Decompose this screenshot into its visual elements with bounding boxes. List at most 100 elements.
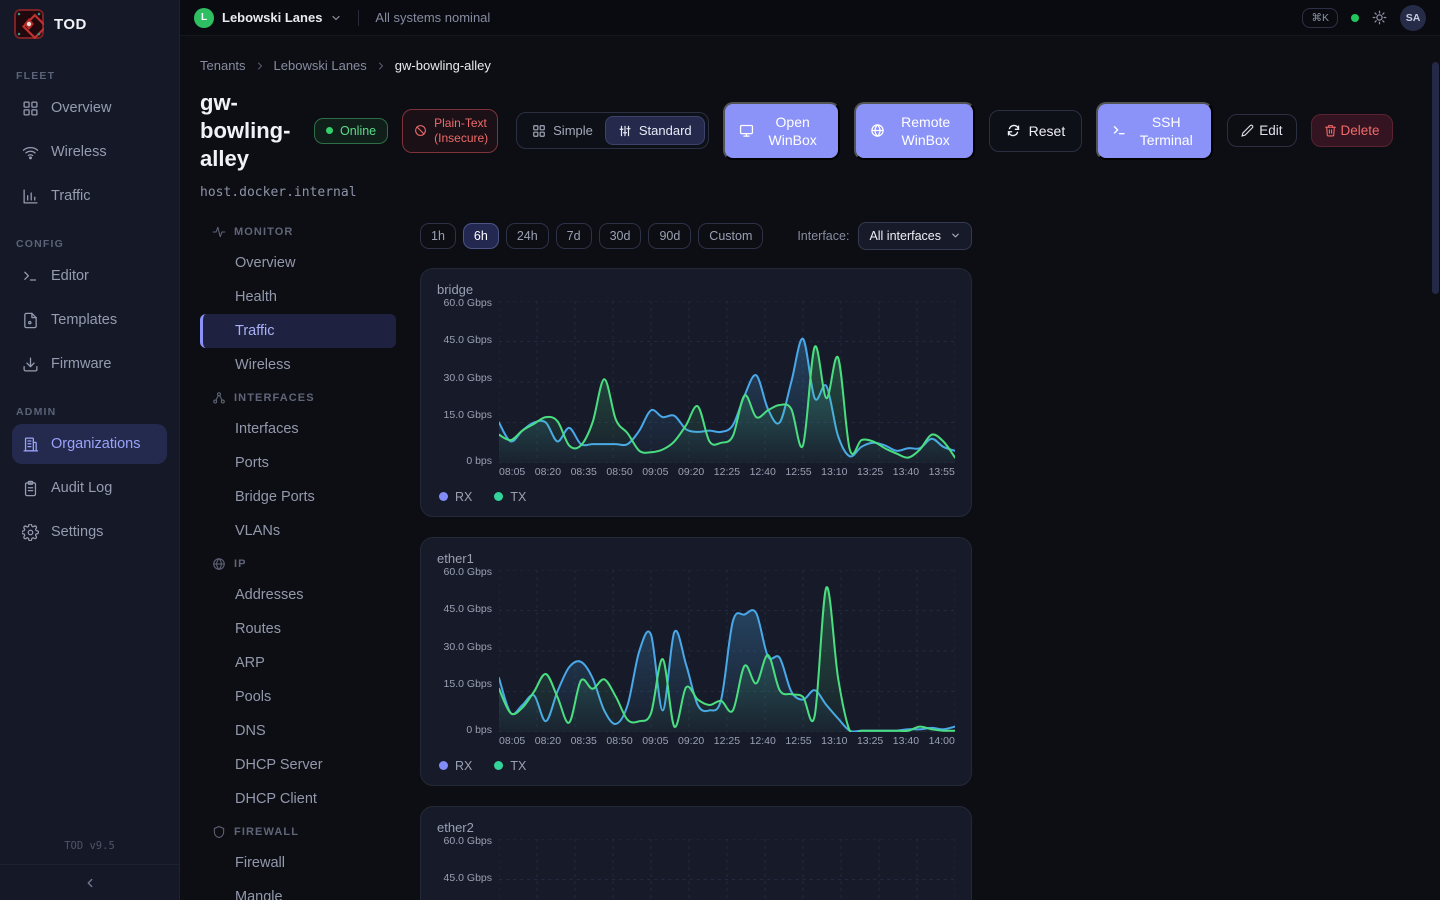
- sidebar-item-settings[interactable]: Settings: [12, 512, 167, 552]
- y-axis-labels: 60.0 Gbps45.0 Gbps30.0 Gbps15.0 Gbps0 bp…: [437, 839, 499, 900]
- delete-button[interactable]: Delete: [1311, 114, 1393, 147]
- chart-legend: RXTX: [437, 490, 955, 504]
- chart-plot-ether1: [499, 570, 955, 732]
- subnav-item-routes[interactable]: Routes: [200, 612, 396, 646]
- sidebar-item-wireless[interactable]: Wireless: [12, 132, 167, 172]
- subnav-group-monitor: MONITOR: [200, 216, 396, 246]
- sidebar-item-label: Settings: [51, 524, 103, 540]
- subnav-item-overview[interactable]: Overview: [200, 246, 396, 280]
- grid-icon: [532, 124, 546, 138]
- insecure-warning-badge: Plain-Text (Insecure): [402, 109, 498, 153]
- theme-toggle-button[interactable]: [1372, 10, 1387, 25]
- bar-chart-icon: [22, 188, 39, 205]
- terminal-icon: [22, 268, 39, 285]
- ssh-terminal-button[interactable]: SSH Terminal: [1096, 102, 1213, 160]
- page-scrollbar-thumb[interactable]: [1432, 62, 1439, 294]
- chart-card-ether2: ether260.0 Gbps45.0 Gbps30.0 Gbps15.0 Gb…: [420, 806, 972, 900]
- page-title: gw-bowling-alley: [200, 89, 300, 173]
- breadcrumb: Tenants Lebowski Lanes gw-bowling-alley: [200, 58, 1420, 73]
- legend-item-rx: RX: [439, 490, 472, 504]
- chevron-left-icon: [83, 876, 97, 890]
- connection-status-dot: [1351, 14, 1359, 22]
- sidebar-item-traffic[interactable]: Traffic: [12, 176, 167, 216]
- subnav-item-health[interactable]: Health: [200, 280, 396, 314]
- legend-dot-icon: [439, 761, 448, 770]
- edit-button[interactable]: Edit: [1227, 114, 1296, 147]
- time-range-1h[interactable]: 1h: [420, 223, 456, 249]
- sidebar-section: FLEETOverviewWirelessTraffic: [0, 70, 179, 216]
- subnav-item-bridge-ports[interactable]: Bridge Ports: [200, 480, 396, 514]
- subnav-item-wireless[interactable]: Wireless: [200, 348, 396, 382]
- nodes-icon: [212, 391, 226, 405]
- tenant-name: Lebowski Lanes: [222, 10, 322, 25]
- y-axis-labels: 60.0 Gbps45.0 Gbps30.0 Gbps15.0 Gbps0 bp…: [437, 301, 499, 463]
- time-range-7d[interactable]: 7d: [556, 223, 592, 249]
- subnav-item-traffic[interactable]: Traffic: [200, 314, 396, 348]
- main-content: Tenants Lebowski Lanes gw-bowling-alley gw…: [180, 36, 1440, 900]
- open-winbox-button[interactable]: Open WinBox: [723, 102, 840, 160]
- subnav-item-vlans[interactable]: VLANs: [200, 514, 396, 548]
- sidebar-item-editor[interactable]: Editor: [12, 256, 167, 296]
- sidebar-section-label: ADMIN: [12, 406, 167, 418]
- breadcrumb-link[interactable]: Lebowski Lanes: [274, 58, 367, 73]
- subnav-item-dhcp-server[interactable]: DHCP Server: [200, 748, 396, 782]
- sidebar-item-firmware[interactable]: Firmware: [12, 344, 167, 384]
- sidebar-section: ADMIN Organizations Audit Log Settings: [0, 406, 179, 552]
- chevron-down-icon: [330, 12, 342, 24]
- view-mode-simple[interactable]: Simple: [520, 117, 605, 144]
- clipboard-icon: [22, 480, 39, 497]
- chevron-right-icon: [375, 60, 387, 72]
- subnav-item-mangle[interactable]: Mangle: [200, 880, 396, 900]
- subnav-group-ip: IP: [200, 548, 396, 578]
- subnav-item-dns[interactable]: DNS: [200, 714, 396, 748]
- sidebar-item-audit-log[interactable]: Audit Log: [12, 468, 167, 508]
- remote-winbox-button[interactable]: Remote WinBox: [854, 102, 975, 160]
- subnav-item-pools[interactable]: Pools: [200, 680, 396, 714]
- app-version: TOD v9.5: [0, 830, 179, 864]
- pencil-icon: [1241, 124, 1254, 137]
- gear-icon: [22, 524, 39, 541]
- sidebar-item-label: Organizations: [51, 436, 140, 452]
- topbar: L Lebowski Lanes All systems nominal ⌘K …: [180, 0, 1440, 36]
- subnav-item-addresses[interactable]: Addresses: [200, 578, 396, 612]
- app-sidebar: TOD FLEETOverviewWirelessTrafficCONFIGEd…: [0, 0, 180, 900]
- online-dot-icon: [326, 127, 333, 134]
- sidebar-item-overview[interactable]: Overview: [12, 88, 167, 128]
- device-subnav: MONITOROverviewHealthTrafficWirelessINTE…: [200, 216, 396, 900]
- command-palette-button[interactable]: ⌘K: [1302, 8, 1338, 28]
- user-avatar[interactable]: SA: [1400, 5, 1426, 31]
- subnav-item-interfaces[interactable]: Interfaces: [200, 412, 396, 446]
- time-range-custom[interactable]: Custom: [698, 223, 763, 249]
- x-axis-labels: 08:0508:2008:3508:5009:0509:2012:2512:40…: [499, 466, 955, 478]
- sidebar-item-label: Firmware: [51, 356, 111, 372]
- subnav-item-firewall[interactable]: Firewall: [200, 846, 396, 880]
- reset-button[interactable]: Reset: [989, 110, 1083, 152]
- chart-title: bridge: [437, 282, 955, 297]
- interface-filter-label: Interface:: [797, 229, 849, 243]
- terminal-icon: [1112, 123, 1127, 138]
- time-range-90d[interactable]: 90d: [648, 223, 691, 249]
- sidebar-item-label: Traffic: [51, 188, 90, 204]
- subnav-item-ports[interactable]: Ports: [200, 446, 396, 480]
- subnav-item-dhcp-client[interactable]: DHCP Client: [200, 782, 396, 816]
- time-range-6h[interactable]: 6h: [463, 223, 499, 249]
- topbar-divider: [358, 10, 359, 26]
- sun-icon: [1372, 10, 1387, 25]
- monitor-icon: [739, 123, 754, 138]
- sidebar-item-organizations[interactable]: Organizations: [12, 424, 167, 464]
- breadcrumb-current: gw-bowling-alley: [395, 58, 491, 73]
- time-range-30d[interactable]: 30d: [599, 223, 642, 249]
- tenant-switcher[interactable]: L Lebowski Lanes: [194, 8, 342, 28]
- globe-icon: [212, 557, 226, 571]
- subnav-item-arp[interactable]: ARP: [200, 646, 396, 680]
- view-mode-standard[interactable]: Standard: [605, 116, 705, 145]
- sidebar-collapse-button[interactable]: [0, 864, 179, 900]
- sidebar-item-templates[interactable]: Templates: [12, 300, 167, 340]
- time-range-24h[interactable]: 24h: [506, 223, 549, 249]
- interface-select[interactable]: All interfaces: [858, 222, 972, 250]
- breadcrumb-link[interactable]: Tenants: [200, 58, 246, 73]
- tod-rug-logo-icon: [14, 9, 44, 39]
- traffic-panel: 1h 6h 24h 7d 30d90d Custom Interface: All int…: [420, 216, 972, 900]
- legend-dot-icon: [494, 492, 503, 501]
- view-mode-toggle: Simple Standard: [516, 112, 709, 149]
